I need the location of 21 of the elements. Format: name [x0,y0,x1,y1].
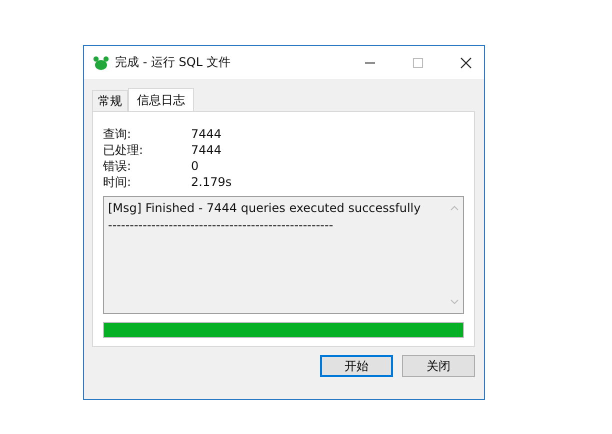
stat-label: 查询: [103,126,132,142]
close-icon[interactable] [460,56,472,68]
stat-value: 7444 [191,126,223,142]
start-button[interactable]: 开始 [320,355,393,377]
log-line: [Msg] Finished - 7444 queries executed successfully [108,200,422,217]
stat-value: 0 [191,158,200,174]
window-title: 完成 - 运行 SQL 文件 [115,54,230,71]
stat-label: 时间: [103,174,132,190]
log-line: ---------------------------------------------------- [108,217,334,234]
tab[interactable]: 常规 [92,90,128,111]
maximize-icon[interactable] [412,56,424,68]
tab[interactable]: 信息日志 [128,88,194,111]
stat-label: 错误: [103,158,132,174]
stat-label: 已处理: [103,142,144,158]
stat-value: 2.179s [191,174,233,190]
scroll-up-icon[interactable] [450,205,459,211]
scroll-down-icon[interactable] [450,299,459,306]
stat-value: 7444 [191,142,223,158]
app-logo-icon [93,56,109,70]
log-box[interactable]: [Msg] Finished - 7444 queries executed successfully ---------------------------------------------------- [103,196,464,314]
close-button[interactable]: 关闭 [402,355,475,377]
